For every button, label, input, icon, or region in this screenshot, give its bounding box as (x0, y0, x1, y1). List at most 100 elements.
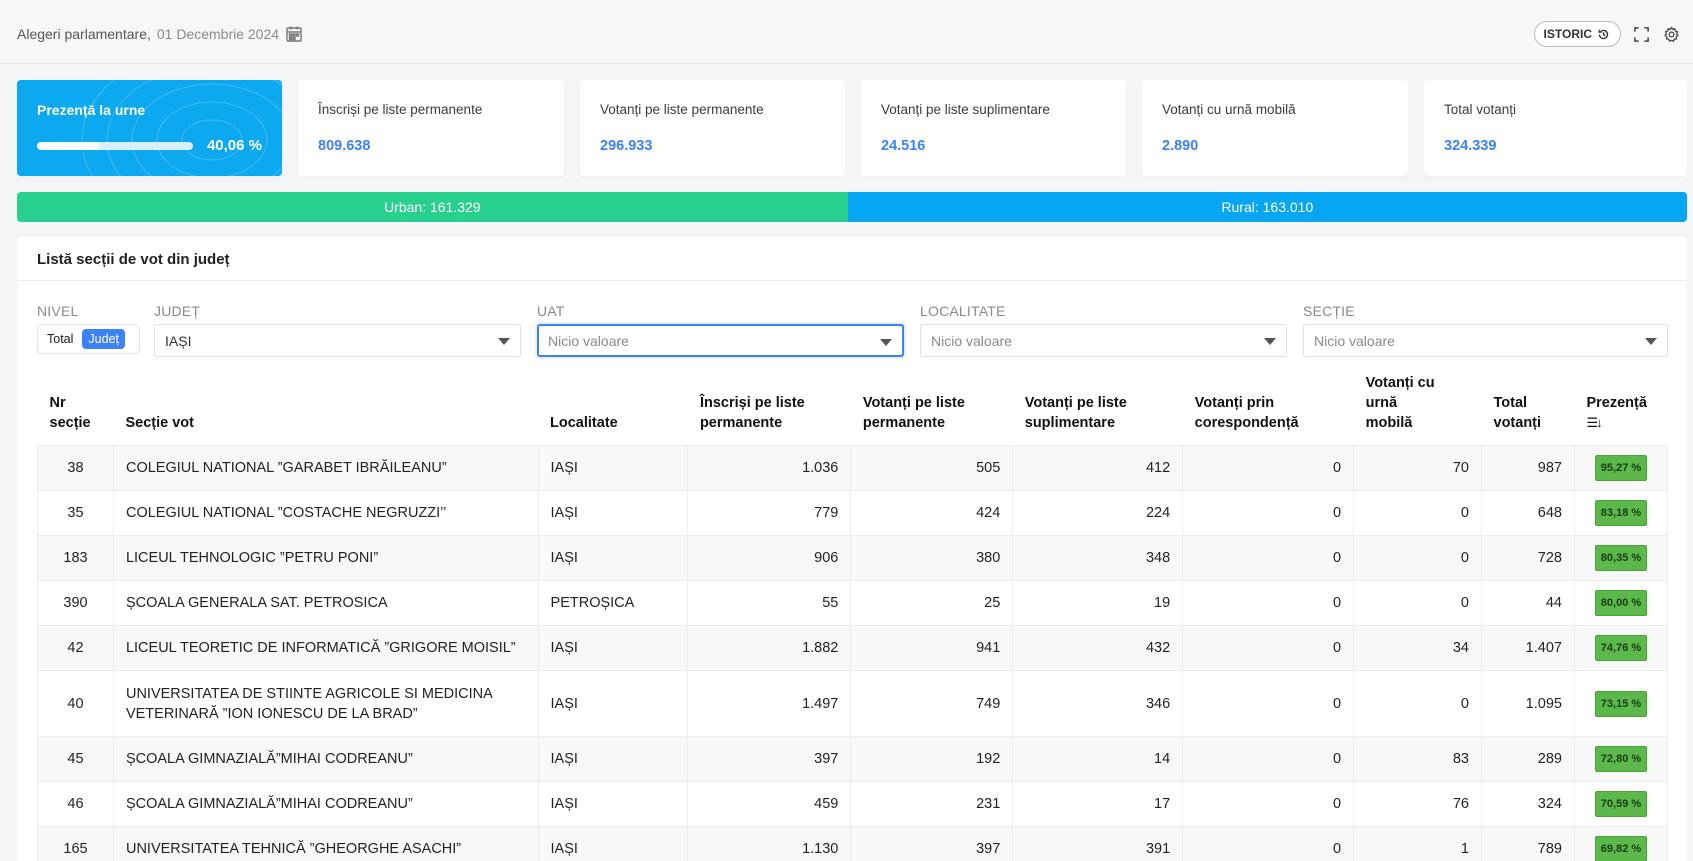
inscrisi-value: 809.638 (318, 138, 371, 154)
cell-mobil: 1 (1353, 826, 1482, 861)
cell-inscrisi: 1.130 (687, 826, 852, 861)
prezenta-badge: 95,27 % (1594, 455, 1648, 481)
votanti-permanente-card[interactable]: Votanți pe liste permanente 296.933 (580, 80, 845, 176)
total-votanti-card[interactable]: Total votanți 324.339 (1424, 80, 1687, 176)
col-votanti-suplimentare[interactable]: Votanți pe liste suplimentare (1013, 373, 1183, 446)
table-row[interactable]: 38 COLEGIUL NATIONAL ”GARABET IBRĂILEANU… (37, 445, 1669, 491)
cell-cores: 0 (1182, 490, 1355, 536)
cell-nr: 40 (37, 670, 114, 737)
settings-button[interactable] (1661, 24, 1681, 44)
cell-total: 648 (1481, 490, 1575, 536)
cell-total: 1.407 (1481, 625, 1575, 671)
col-sectie-vot[interactable]: Secție vot (113, 373, 538, 446)
cell-sectie: LICEUL TEHNOLOGIC ”PETRU PONI” (112, 535, 539, 581)
table-row[interactable]: 183 LICEUL TEHNOLOGIC ”PETRU PONI” IAȘI … (37, 535, 1669, 581)
cell-mobil: 0 (1353, 535, 1482, 581)
cell-nr: 42 (37, 625, 114, 671)
rural-label: Rural: 163.010 (1221, 199, 1314, 215)
col-votanti-urna-mobila[interactable]: Votanți cu urnă mobilă (1354, 373, 1482, 446)
total-votanti-label: Total votanți (1444, 102, 1517, 117)
votanti-suplimentare-card[interactable]: Votanți pe liste suplimentare 24.516 (861, 80, 1126, 176)
table-row[interactable]: 390 ȘCOALA GENERALA SAT. PETROSICA PETRO… (37, 580, 1669, 626)
chevron-down-icon (498, 338, 510, 345)
uat-select[interactable]: Nicio valoare (537, 324, 904, 357)
votanti-urna-mobila-label: Votanți cu urnă mobilă (1162, 102, 1296, 117)
prezenta-badge: 72,80 % (1594, 746, 1648, 772)
cell-sectie: ȘCOALA GENERALA SAT. PETROSICA (112, 580, 539, 626)
nivel-option-total[interactable]: Total (41, 329, 79, 349)
table-row[interactable]: 165 UNIVERSITATEA TEHNICĂ ”GHEORGHE ASAC… (37, 826, 1669, 861)
cell-localitate: IAȘI (537, 535, 689, 581)
cell-sectie: UNIVERSITATEA DE STIINTE AGRICOLE SI MED… (112, 670, 539, 737)
urban-rural-bar: Urban: 161.329 Rural: 163.010 (17, 192, 1687, 222)
cell-sectie: UNIVERSITATEA TEHNICĂ ”GHEORGHE ASACHI” (112, 826, 539, 861)
cell-cores: 0 (1182, 736, 1355, 782)
cell-perm: 25 (850, 580, 1014, 626)
col-inscrisi[interactable]: Înscriși pe liste permanente (688, 373, 851, 446)
panel-title: Listă secții de vot din județ (17, 237, 1687, 281)
cell-nr: 45 (37, 736, 114, 782)
cell-supl: 19 (1012, 580, 1184, 626)
judet-select[interactable]: IAȘI (154, 324, 521, 357)
election-date: 01 Decembrie 2024 (156, 26, 280, 42)
cell-cores: 0 (1182, 781, 1355, 827)
cell-mobil: 0 (1353, 490, 1482, 536)
cell-sectie: COLEGIUL NATIONAL ”COSTACHE NEGRUZZI’’ (112, 490, 539, 536)
col-votanti-corespondenta[interactable]: Votanți prin corespondență (1183, 373, 1354, 446)
table-row[interactable]: 45 ȘCOALA GIMNAZIALĂ”MIHAI CODREANU” IAȘ… (37, 736, 1669, 782)
sectie-placeholder: Nicio valoare (1314, 333, 1395, 349)
cell-supl: 14 (1012, 736, 1184, 782)
sectie-select[interactable]: Nicio valoare (1303, 324, 1668, 357)
cell-sectie: LICEUL TEORETIC DE INFORMATICĂ ”GRIGORE … (112, 625, 539, 671)
cell-sectie: ȘCOALA GIMNAZIALĂ”MIHAI CODREANU” (112, 736, 539, 782)
nivel-option-judet[interactable]: Județ (82, 329, 125, 349)
cell-perm: 397 (850, 826, 1014, 861)
prezenta-badge: 74,76 % (1594, 635, 1648, 661)
localitate-placeholder: Nicio valoare (931, 333, 1012, 349)
cell-inscrisi: 779 (687, 490, 852, 536)
cell-cores: 0 (1182, 625, 1355, 671)
inscrisi-label: Înscriși pe liste permanente (318, 102, 483, 117)
col-votanti-permanente[interactable]: Votanți pe liste permanente (851, 373, 1013, 446)
uat-label: UAT (537, 303, 565, 319)
nivel-label: NIVEL (37, 303, 79, 319)
sort-desc-icon[interactable]: ☰↓ (1586, 415, 1602, 430)
cell-sectie: ȘCOALA GIMNAZIALĂ”MIHAI CODREANU” (112, 781, 539, 827)
table-row[interactable]: 35 COLEGIUL NATIONAL ”COSTACHE NEGRUZZI’… (37, 490, 1669, 536)
cell-total: 728 (1481, 535, 1575, 581)
col-total-votanti[interactable]: Total votanți (1482, 373, 1575, 446)
table-row[interactable]: 46 ȘCOALA GIMNAZIALĂ”MIHAI CODREANU” IAȘ… (37, 781, 1669, 827)
cell-mobil: 83 (1353, 736, 1482, 782)
cell-nr: 183 (37, 535, 114, 581)
localitate-select[interactable]: Nicio valoare (920, 324, 1287, 357)
calendar-icon[interactable] (285, 25, 303, 43)
cell-perm: 941 (850, 625, 1014, 671)
istoric-button[interactable]: ISTORIC (1533, 21, 1621, 47)
cell-cores: 0 (1182, 670, 1355, 737)
chevron-down-icon (1264, 338, 1276, 345)
col-nr-sectie[interactable]: Nr secție (38, 373, 114, 446)
cell-inscrisi: 906 (687, 535, 852, 581)
contour-pattern (81, 80, 282, 176)
cell-perm: 505 (850, 445, 1014, 491)
fullscreen-button[interactable] (1631, 24, 1651, 44)
judet-label: JUDEȚ (154, 303, 201, 319)
table-row[interactable]: 40 UNIVERSITATEA DE STIINTE AGRICOLE SI … (37, 670, 1669, 737)
col-prezenta[interactable]: Prezență ☰↓ (1574, 373, 1667, 446)
sectie-label: SECȚIE (1303, 303, 1355, 319)
cell-nr: 35 (37, 490, 114, 536)
nivel-filter: NIVEL Total Județ (37, 303, 147, 354)
uat-filter: UAT Nicio valoare (537, 303, 904, 357)
cell-localitate: IAȘI (537, 670, 689, 737)
cell-perm: 192 (850, 736, 1014, 782)
col-localitate[interactable]: Localitate (538, 373, 688, 446)
istoric-label: ISTORIC (1543, 27, 1592, 41)
gear-icon (1663, 25, 1679, 42)
urban-label: Urban: 161.329 (384, 199, 481, 215)
table-row[interactable]: 42 LICEUL TEORETIC DE INFORMATICĂ ”GRIGO… (37, 625, 1669, 671)
cell-inscrisi: 1.882 (687, 625, 852, 671)
votanti-urna-mobila-card[interactable]: Votanți cu urnă mobilă 2.890 (1142, 80, 1408, 176)
cell-prezenta: 72,80 % (1573, 736, 1669, 782)
inscrisi-card[interactable]: Înscriși pe liste permanente 809.638 (298, 80, 564, 176)
prezenta-card[interactable]: Prezență la urne 40,06 % (17, 80, 282, 176)
